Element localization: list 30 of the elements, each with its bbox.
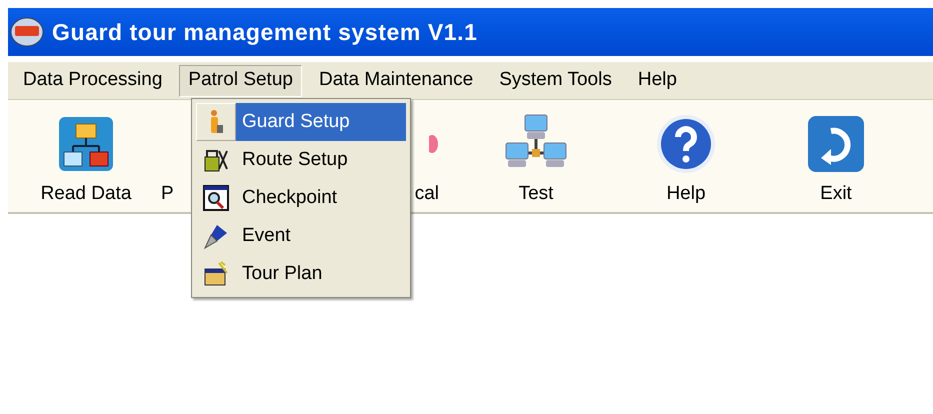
dropdown-item[interactable]: Checkpoint	[196, 179, 406, 217]
toolbar-button[interactable]: Read Data	[40, 180, 132, 208]
dropdown-item-label: Route Setup	[241, 148, 349, 172]
calendar-icon	[203, 261, 229, 287]
menu-item[interactable]: Help	[628, 64, 686, 96]
dropdown-item[interactable]: Event	[196, 217, 406, 255]
menu-item[interactable]: System Tools	[490, 64, 621, 96]
exit-icon	[807, 115, 865, 173]
app-logo-icon	[10, 17, 44, 47]
org-chart-icon	[58, 116, 114, 172]
toolbar-button[interactable]: Exit	[820, 180, 852, 208]
window-magnifier-icon	[203, 185, 229, 211]
tools-icon	[203, 147, 229, 173]
dropdown-item[interactable]: Guard Setup	[196, 103, 406, 141]
dropdown-item[interactable]: Route Setup	[196, 141, 406, 179]
menu-item[interactable]: Data Processing	[14, 64, 172, 96]
dropdown-item-label: Event	[241, 224, 292, 248]
dropdown-item-label: Checkpoint	[241, 186, 338, 210]
dropdown-item-label: Guard Setup	[236, 103, 406, 141]
pen-icon	[203, 223, 229, 249]
toolbar-button[interactable]: P	[161, 180, 174, 208]
dropdown-item[interactable]: Tour Plan	[196, 255, 406, 293]
dropdown-item-label: Tour Plan	[241, 262, 324, 286]
window-title: Guard tour management system V1.1	[52, 18, 478, 47]
menu-item[interactable]: Patrol Setup	[179, 64, 302, 96]
help-icon	[656, 114, 716, 174]
menu-item[interactable]: Data Maintenance	[310, 64, 482, 96]
toolbar-button[interactable]: Help	[666, 180, 706, 208]
toolbar-button[interactable]: cal	[414, 180, 439, 208]
toolbar-button[interactable]: Test	[518, 180, 554, 208]
